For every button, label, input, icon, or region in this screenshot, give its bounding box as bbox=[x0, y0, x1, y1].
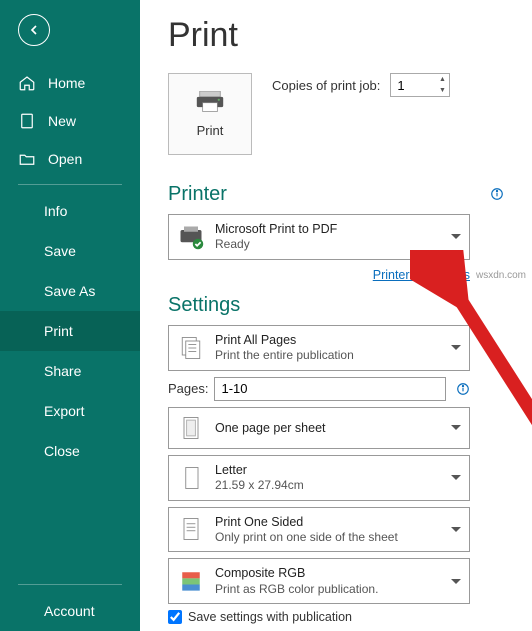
copies-spin-down[interactable]: ▼ bbox=[435, 85, 449, 96]
new-icon bbox=[18, 112, 36, 130]
printer-ready-icon bbox=[177, 223, 205, 251]
color-selector[interactable]: Composite RGB Print as RGB color publica… bbox=[168, 558, 470, 604]
per-sheet-title: One page per sheet bbox=[215, 420, 435, 436]
pages-range-label: Pages: bbox=[168, 381, 208, 396]
printer-status: Ready bbox=[215, 237, 435, 253]
pages-stack-icon bbox=[177, 334, 205, 362]
print-pages-selector[interactable]: Print All Pages Print the entire publica… bbox=[168, 325, 470, 371]
sidebar-divider bbox=[18, 184, 122, 185]
save-settings-checkbox[interactable] bbox=[168, 610, 182, 624]
copies-label: Copies of print job: bbox=[272, 78, 380, 93]
paper-icon bbox=[177, 464, 205, 492]
nav-share[interactable]: Share bbox=[0, 351, 140, 391]
nav-new-label: New bbox=[48, 113, 76, 129]
open-folder-icon bbox=[18, 150, 36, 168]
print-controls-row: Print Copies of print job: ▲ ▼ bbox=[168, 73, 504, 155]
print-pages-title: Print All Pages bbox=[215, 332, 435, 348]
color-sub: Print as RGB color publication. bbox=[215, 582, 435, 598]
nav-saveas[interactable]: Save As bbox=[0, 271, 140, 311]
sided-selector[interactable]: Print One Sided Only print on one side o… bbox=[168, 507, 470, 553]
nav-home[interactable]: Home bbox=[0, 64, 140, 102]
nav-print[interactable]: Print bbox=[0, 311, 140, 351]
printer-section-title: Printer bbox=[168, 183, 227, 206]
chevron-down-icon bbox=[451, 579, 461, 584]
back-button[interactable] bbox=[18, 14, 50, 46]
one-sided-icon bbox=[177, 515, 205, 543]
printer-selector[interactable]: Microsoft Print to PDF Ready bbox=[168, 214, 470, 260]
watermark: wsxdn.com bbox=[476, 270, 526, 281]
copies-spin-up[interactable]: ▲ bbox=[435, 74, 449, 85]
nav-new[interactable]: New bbox=[0, 102, 140, 140]
backstage-sidebar: Home New Open Info Save Save As Print Sh… bbox=[0, 0, 140, 631]
save-settings-label: Save settings with publication bbox=[188, 610, 352, 624]
nav-export[interactable]: Export bbox=[0, 391, 140, 431]
rgb-color-icon bbox=[177, 567, 205, 595]
nav-home-label: Home bbox=[48, 75, 85, 91]
per-sheet-selector[interactable]: One page per sheet bbox=[168, 407, 470, 449]
chevron-down-icon bbox=[451, 425, 461, 430]
single-page-icon bbox=[177, 414, 205, 442]
print-pages-sub: Print the entire publication bbox=[215, 348, 435, 364]
print-button-label: Print bbox=[197, 123, 224, 138]
pages-range-input[interactable] bbox=[214, 377, 446, 401]
chevron-down-icon bbox=[451, 234, 461, 239]
paper-title: Letter bbox=[215, 462, 435, 478]
nav-open-label: Open bbox=[48, 151, 82, 167]
printer-name: Microsoft Print to PDF bbox=[215, 221, 435, 237]
sided-title: Print One Sided bbox=[215, 514, 435, 530]
nav-account[interactable]: Account bbox=[0, 591, 140, 631]
printer-properties-link[interactable]: Printer Properties bbox=[373, 268, 470, 282]
main-panel: Print Print Copies of print job: ▲ ▼ Pri… bbox=[140, 0, 532, 631]
sided-sub: Only print on one side of the sheet bbox=[215, 530, 435, 546]
paper-size-selector[interactable]: Letter 21.59 x 27.94cm bbox=[168, 455, 470, 501]
chevron-down-icon bbox=[451, 345, 461, 350]
nav-close[interactable]: Close bbox=[0, 431, 140, 471]
pages-info-icon[interactable] bbox=[456, 382, 470, 396]
chevron-down-icon bbox=[451, 527, 461, 532]
printer-info-icon[interactable] bbox=[490, 187, 504, 201]
nav-info[interactable]: Info bbox=[0, 191, 140, 231]
home-icon bbox=[18, 74, 36, 92]
nav-save[interactable]: Save bbox=[0, 231, 140, 271]
color-title: Composite RGB bbox=[215, 565, 435, 581]
paper-sub: 21.59 x 27.94cm bbox=[215, 478, 435, 494]
sidebar-divider-bottom bbox=[18, 584, 122, 585]
settings-section-title: Settings bbox=[168, 294, 504, 317]
nav-open[interactable]: Open bbox=[0, 140, 140, 178]
copies-control: Copies of print job: ▲ ▼ bbox=[272, 73, 450, 97]
back-arrow-icon bbox=[26, 22, 42, 38]
chevron-down-icon bbox=[451, 475, 461, 480]
printer-icon bbox=[195, 91, 225, 113]
print-button[interactable]: Print bbox=[168, 73, 252, 155]
page-title: Print bbox=[168, 16, 504, 55]
